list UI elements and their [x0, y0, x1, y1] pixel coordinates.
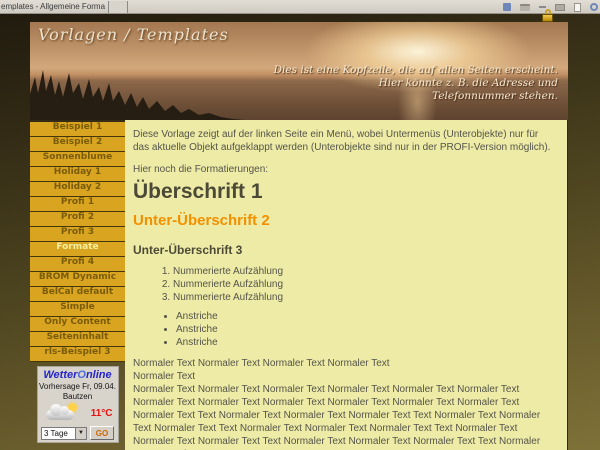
forecast-city-label: Bautzen	[38, 392, 118, 402]
sidebar-menu-item[interactable]: BROM Dynamic	[30, 272, 125, 287]
template-page: Vorlagen / Templates Dies ist eine Kopfz…	[30, 22, 568, 450]
numbered-list-item: Nummerierte Aufzählung	[173, 279, 555, 290]
padlock-icon	[542, 9, 553, 22]
forecast-date-label: Vorhersage Fr, 09.04.	[38, 382, 118, 392]
sidebar-menu: Beispiel 1Beispiel 2SonnenblumeHoliday 1…	[30, 122, 125, 362]
sidebar-menu-item[interactable]: Formate	[30, 242, 125, 257]
wetteronline-logo[interactable]: WetterOnline	[38, 369, 118, 382]
sidebar-menu-item[interactable]: Only Content	[30, 317, 125, 332]
sidebar: Beispiel 1Beispiel 2SonnenblumeHoliday 1…	[30, 120, 125, 450]
sidebar-menu-item[interactable]: Profi 2	[30, 212, 125, 227]
header-tagline: Dies ist eine Kopfzeile, die auf allen S…	[274, 64, 558, 103]
sidebar-menu-item[interactable]: rls-Beispiel 3	[30, 347, 125, 362]
bullet-list-item: Anstriche	[176, 337, 555, 348]
cloud-icon	[46, 410, 74, 420]
main-content: Diese Vorlage zeigt auf der linken Seite…	[125, 120, 568, 450]
sidebar-menu-item[interactable]: Beispiel 2	[30, 137, 125, 152]
intro-paragraph-2: Hier noch die Formatierungen:	[133, 163, 555, 176]
browser-tab-title[interactable]: emplates - Allgemeine Formate für Texte …	[1, 1, 105, 13]
temperature-value: 11°C	[91, 408, 113, 419]
heading-2: Unter-Überschrift 2	[133, 214, 555, 227]
bullet-list-item: Anstriche	[176, 324, 555, 335]
grass-silhouette	[30, 68, 245, 120]
bullet-list: Anstriche Anstriche Anstriche	[133, 311, 555, 348]
minimize-icon[interactable]	[539, 6, 546, 8]
browser-tab-bar: emplates - Allgemeine Formate für Texte …	[0, 0, 600, 14]
page-title: Vorlagen / Templates	[38, 25, 229, 44]
help-icon[interactable]	[590, 3, 598, 11]
numbered-list-item: Nummerierte Aufzählung	[173, 266, 555, 277]
sidebar-menu-item[interactable]: Profi 4	[30, 257, 125, 272]
numbered-list-item: Nummerierte Aufzählung	[173, 292, 555, 303]
weather-widget: WetterOnline Vorhersage Fr, 09.04. Bautz…	[37, 366, 119, 443]
normal-text-paragraph: Normaler Text Normaler Text Normaler Tex…	[133, 383, 555, 450]
header-tagline-line: Dies ist eine Kopfzeile, die auf allen S…	[274, 64, 558, 77]
globe-o-icon: O	[77, 369, 86, 381]
sidebar-menu-item[interactable]: Profi 1	[30, 197, 125, 212]
header-tagline-line: Hier könnte z. B. die Adresse und	[274, 77, 558, 90]
print-icon[interactable]	[520, 4, 530, 11]
weather-go-button[interactable]: GO	[90, 426, 114, 440]
bookmark-icon[interactable]	[503, 3, 511, 11]
heading-1: Überschrift 1	[133, 185, 555, 198]
normal-text-block: Normaler Text Normaler Text Normaler Tex…	[133, 357, 555, 383]
site-header-image: Vorlagen / Templates Dies ist eine Kopfz…	[30, 22, 568, 120]
site-background: Vorlagen / Templates Dies ist eine Kopfz…	[0, 14, 600, 450]
dropdown-arrow-icon[interactable]: ▼	[75, 428, 86, 439]
page-icon[interactable]	[574, 3, 581, 12]
sidebar-menu-item[interactable]: Holiday 2	[30, 182, 125, 197]
sidebar-menu-item[interactable]: Beispiel 1	[30, 122, 125, 137]
mail-icon[interactable]	[555, 4, 565, 11]
sidebar-menu-item[interactable]: Holiday 1	[30, 167, 125, 182]
sidebar-menu-item[interactable]: BelCal default	[30, 287, 125, 302]
sidebar-menu-item[interactable]: Profi 3	[30, 227, 125, 242]
sidebar-menu-item[interactable]: Sonnenblume	[30, 152, 125, 167]
heading-3: Unter-Überschrift 3	[133, 244, 555, 257]
sidebar-menu-item[interactable]: Simple	[30, 302, 125, 317]
header-tagline-line: Telefonnummer stehen.	[274, 90, 558, 103]
sidebar-menu-item[interactable]: Seiteninhalt	[30, 332, 125, 347]
browser-window: emplates - Allgemeine Formate für Texte …	[0, 0, 600, 450]
bullet-list-item: Anstriche	[176, 311, 555, 322]
intro-paragraph: Diese Vorlage zeigt auf der linken Seite…	[133, 128, 555, 154]
forecast-range-select[interactable]: 3 Tage ▼	[41, 427, 87, 440]
numbered-list: Nummerierte Aufzählung Nummerierte Aufzäh…	[133, 266, 555, 303]
browser-tab-stub[interactable]	[108, 1, 128, 13]
